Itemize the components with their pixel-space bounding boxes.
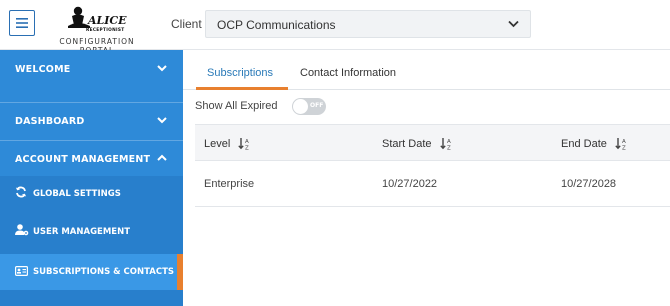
svg-text:A: A [447, 139, 451, 145]
column-header-label: Start Date [382, 137, 432, 150]
cell-end-date: 10/27/2028 [561, 178, 617, 190]
sidebar: WELCOME DASHBOARD ACCOUNT MANAGEMENT GLO… [0, 50, 183, 306]
tab-contact-information[interactable]: Contact Information [300, 67, 396, 79]
hamburger-menu-button[interactable] [9, 10, 35, 36]
column-header-label: Level [204, 137, 231, 150]
svg-text:RECEPTIONIST: RECEPTIONIST [86, 27, 125, 33]
column-header-end-date[interactable]: End Date A Z [561, 137, 629, 151]
active-tab-indicator [196, 87, 288, 90]
svg-text:ALICE: ALICE [87, 14, 127, 27]
sync-icon [15, 186, 27, 198]
svg-text:A: A [622, 139, 626, 145]
sidebar-subitem-global-settings[interactable]: GLOBAL SETTINGS [0, 176, 183, 212]
sort-icon: A Z [238, 138, 249, 151]
svg-text:Z: Z [447, 146, 451, 151]
column-header-level[interactable]: Level A Z [204, 137, 252, 151]
tab-subscriptions[interactable]: Subscriptions [207, 67, 273, 79]
cell-level: Enterprise [204, 178, 255, 190]
sidebar-item-label: WELCOME [15, 64, 71, 75]
table-row[interactable]: Enterprise 10/27/2022 10/27/2028 [195, 161, 670, 207]
client-label: Client [171, 17, 202, 31]
sort-icon: A Z [615, 138, 626, 151]
chevron-down-icon [157, 117, 167, 124]
alice-receptionist-logo-icon: ALICE RECEPTIONIST [68, 6, 127, 33]
user-gear-icon [15, 224, 29, 236]
sidebar-subitem-subscriptions-contacts[interactable]: SUBSCRIPTIONS & CONTACTS [0, 254, 183, 290]
hamburger-icon [16, 18, 28, 28]
logo: ALICE RECEPTIONIST CONFIGURATION PORTAL [44, 4, 150, 55]
column-header-start-date[interactable]: Start Date A Z [382, 137, 454, 151]
chevron-up-icon [157, 154, 167, 161]
sidebar-item-label: ACCOUNT MANAGEMENT [15, 154, 151, 165]
sidebar-item-label: DASHBOARD [15, 116, 85, 127]
svg-text:Z: Z [245, 146, 249, 151]
sidebar-subitem-user-management[interactable]: USER MANAGEMENT [0, 214, 183, 250]
svg-text:A: A [245, 139, 249, 145]
svg-text:Z: Z [622, 146, 626, 151]
show-expired-label: Show All Expired [195, 100, 278, 112]
toggle-state-text: OFF [310, 102, 324, 109]
sidebar-subitem-label: USER MANAGEMENT [33, 227, 131, 237]
id-card-icon [15, 266, 28, 276]
sidebar-item-account-management[interactable]: ACCOUNT MANAGEMENT [0, 140, 183, 176]
sidebar-subitem-label: SUBSCRIPTIONS & CONTACTS [33, 267, 175, 277]
client-select[interactable]: OCP Communications [205, 10, 531, 38]
sidebar-subitem-label: GLOBAL SETTINGS [33, 189, 121, 199]
tab-bar: Subscriptions Contact Information [183, 50, 670, 90]
cell-start-date: 10/27/2022 [382, 178, 438, 190]
chevron-down-icon [508, 20, 519, 28]
column-header-label: End Date [561, 137, 607, 150]
chevron-down-icon [157, 65, 167, 72]
client-select-value: OCP Communications [217, 18, 336, 32]
show-expired-toggle[interactable]: OFF [292, 98, 326, 115]
sidebar-item-welcome[interactable]: WELCOME [0, 50, 183, 88]
toggle-knob [293, 99, 308, 114]
top-bar: ALICE RECEPTIONIST CONFIGURATION PORTAL … [0, 0, 670, 55]
sort-icon: A Z [439, 138, 451, 151]
table-header: Level A Z Start Date A Z End Date A Z [195, 124, 670, 161]
sidebar-item-dashboard[interactable]: DASHBOARD [0, 102, 183, 140]
